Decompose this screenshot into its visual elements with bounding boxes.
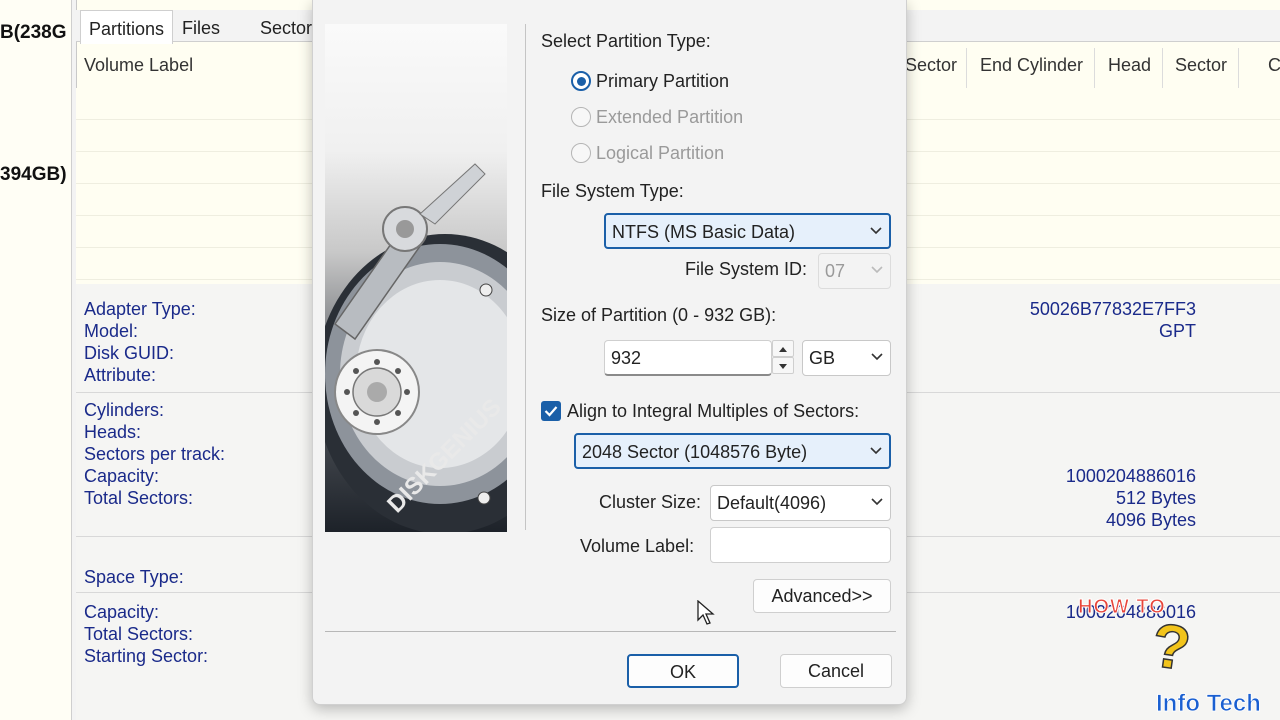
partition-size-label: Size of Partition (0 - 932 GB): bbox=[541, 305, 777, 325]
watermark-how-to: HOW TO bbox=[1078, 596, 1166, 619]
size-unit-value: GB bbox=[809, 348, 836, 368]
partition-size-input[interactable]: 932 bbox=[604, 340, 772, 376]
align-sectors-label[interactable]: Align to Integral Multiples of Sectors: bbox=[567, 401, 859, 422]
adapter-type-label: Adapter Type: bbox=[84, 299, 196, 319]
file-system-id-label: File System ID: bbox=[685, 259, 808, 279]
create-partition-dialog: DISKGENIUS Select Partition Type: Primar… bbox=[312, 0, 907, 705]
primary-partition-label[interactable]: Primary Partition bbox=[596, 71, 729, 92]
sectors-per-track-label: Sectors per track: bbox=[84, 444, 226, 464]
heads-label: Heads: bbox=[84, 422, 142, 442]
cluster-size-label: Cluster Size: bbox=[599, 492, 702, 512]
column-divider bbox=[1094, 48, 1095, 88]
file-system-id-select[interactable]: 07 bbox=[818, 253, 891, 289]
physical-sector-size-value: 4096 Bytes bbox=[1105, 510, 1196, 530]
logical-partition-radio[interactable] bbox=[571, 143, 591, 163]
chevron-down-icon bbox=[870, 227, 882, 235]
guid-value: 50026B77832E7FF3 bbox=[1029, 299, 1196, 319]
hard-disk-illustration: DISKGENIUS bbox=[325, 163, 507, 532]
button-area-divider bbox=[325, 631, 896, 632]
watermark-info-tech: Info Tech bbox=[1156, 690, 1262, 718]
partition-type-heading: Select Partition Type: bbox=[541, 31, 711, 51]
partition-style-value: GPT bbox=[1158, 321, 1196, 341]
capacity-label: Capacity: bbox=[84, 602, 160, 622]
extended-partition-label[interactable]: Extended Partition bbox=[596, 107, 743, 128]
extended-partition-radio[interactable] bbox=[571, 107, 591, 127]
column-divider bbox=[1162, 48, 1163, 88]
total-sectors-label: Total Sectors: bbox=[84, 488, 194, 508]
align-sectors-checkbox[interactable] bbox=[541, 401, 561, 421]
starting-sector-label: Starting Sector: bbox=[84, 646, 209, 666]
chevron-down-icon bbox=[871, 498, 883, 506]
mouse-cursor-icon bbox=[697, 600, 715, 625]
volume-label-label: Volume Label: bbox=[580, 536, 695, 556]
logical-partition-label[interactable]: Logical Partition bbox=[596, 143, 724, 164]
disk-guid-label: Disk GUID: bbox=[84, 343, 174, 363]
chevron-down-icon bbox=[870, 447, 882, 455]
capacity-value: 1000204886016 bbox=[1065, 466, 1196, 486]
banner-divider bbox=[525, 24, 526, 530]
capacity-label: Capacity: bbox=[84, 466, 160, 486]
total-sectors-label: Total Sectors: bbox=[84, 624, 194, 644]
disk-tree-item[interactable]: B(238G bbox=[0, 22, 67, 44]
tab-sector-editor[interactable]: Sector bbox=[252, 10, 320, 44]
file-system-id-value: 07 bbox=[825, 261, 846, 281]
alignment-select[interactable]: 2048 Sector (1048576 Byte) bbox=[574, 433, 891, 469]
size-increment-button[interactable] bbox=[772, 340, 794, 357]
primary-partition-radio[interactable] bbox=[571, 71, 591, 91]
advanced-button[interactable]: Advanced>> bbox=[753, 579, 891, 613]
cancel-button[interactable]: Cancel bbox=[780, 654, 892, 688]
size-unit-select[interactable]: GB bbox=[802, 340, 891, 376]
sector-size-value: 512 Bytes bbox=[1115, 488, 1196, 508]
cluster-size-value: Default(4096) bbox=[717, 493, 827, 513]
file-system-type-label: File System Type: bbox=[541, 181, 684, 201]
volume-label-input[interactable] bbox=[710, 527, 891, 563]
arrow-up-icon bbox=[779, 347, 787, 352]
attribute-label: Attribute: bbox=[84, 365, 157, 385]
checkmark-icon bbox=[544, 406, 558, 417]
space-type-label: Space Type: bbox=[84, 567, 184, 587]
alignment-value: 2048 Sector (1048576 Byte) bbox=[582, 442, 808, 462]
disk-tree-panel: B(238G 394GB) bbox=[0, 0, 72, 720]
column-header-head[interactable]: Head bbox=[1108, 55, 1151, 76]
ok-button[interactable]: OK bbox=[627, 654, 739, 688]
file-system-type-value: NTFS (MS Basic Data) bbox=[612, 222, 796, 242]
cylinders-label: Cylinders: bbox=[84, 400, 165, 420]
column-header-sector[interactable]: Sector bbox=[1175, 55, 1227, 76]
file-system-type-select[interactable]: NTFS (MS Basic Data) bbox=[604, 213, 891, 249]
size-decrement-button[interactable] bbox=[772, 357, 794, 374]
column-header-sector[interactable]: Sector bbox=[905, 55, 957, 76]
chevron-down-icon bbox=[871, 266, 883, 274]
column-divider bbox=[966, 48, 967, 88]
column-header-end-cylinder[interactable]: End Cylinder bbox=[980, 55, 1083, 76]
cluster-size-select[interactable]: Default(4096) bbox=[710, 485, 891, 521]
arrow-down-icon bbox=[779, 364, 787, 369]
tab-partitions[interactable]: Partitions bbox=[80, 10, 174, 44]
diskgenius-banner-image: DISKGENIUS bbox=[325, 24, 507, 532]
chevron-down-icon bbox=[871, 353, 883, 361]
column-header-c[interactable]: C bbox=[1268, 55, 1280, 76]
model-label: Model: bbox=[84, 321, 139, 341]
column-header-volume-label[interactable]: Volume Label bbox=[84, 55, 193, 76]
column-divider bbox=[1238, 48, 1239, 88]
disk-tree-item[interactable]: 394GB) bbox=[0, 164, 67, 186]
tab-files[interactable]: Files bbox=[174, 10, 228, 44]
